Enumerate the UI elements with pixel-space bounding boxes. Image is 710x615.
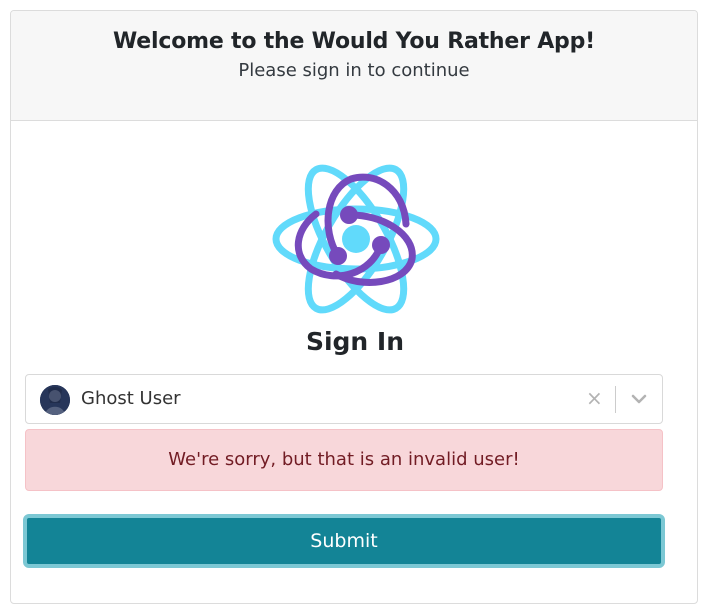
- clear-icon[interactable]: ×: [586, 388, 603, 408]
- user-select[interactable]: Ghost User ×: [25, 374, 663, 424]
- select-divider: [615, 386, 616, 413]
- card-header: Welcome to the Would You Rather App! Ple…: [11, 11, 697, 121]
- chevron-down-icon[interactable]: [630, 391, 648, 407]
- react-redux-logo-icon: [266, 159, 446, 319]
- selected-user: Ghost User: [81, 388, 181, 409]
- user-avatar: [40, 385, 70, 415]
- page-title: Welcome to the Would You Rather App!: [113, 29, 595, 54]
- sign-in-heading: Sign In: [305, 327, 405, 356]
- submit-button[interactable]: Submit: [23, 514, 665, 568]
- error-alert: We're sorry, but that is an invalid user…: [25, 429, 663, 491]
- page-subtitle: Please sign in to continue: [238, 60, 470, 81]
